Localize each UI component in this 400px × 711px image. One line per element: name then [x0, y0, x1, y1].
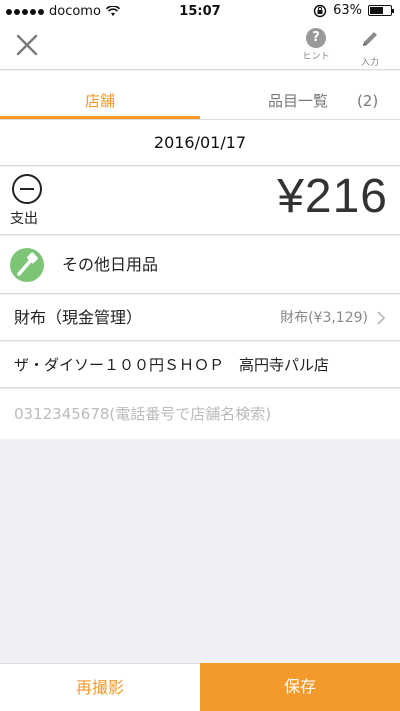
lock-rotation-icon	[313, 4, 327, 17]
close-button[interactable]	[12, 30, 42, 60]
amount-row: 支出 ¥216	[0, 167, 400, 235]
expense-toggle[interactable]: 支出	[10, 174, 46, 228]
close-icon	[16, 34, 38, 56]
battery-icon	[368, 5, 394, 16]
category-label: その他日用品	[62, 255, 159, 274]
pencil-icon	[363, 32, 377, 46]
save-button[interactable]: 保存	[200, 663, 400, 711]
bottom-action-bar: 再撮影 保存	[0, 663, 400, 711]
expense-label: 支出	[10, 211, 38, 227]
status-bar: docomo 15:07 63%	[0, 0, 400, 22]
input-button[interactable]: 入力	[350, 28, 390, 68]
battery-percent: 63%	[333, 3, 362, 18]
tab-shop[interactable]: 店舗	[0, 71, 200, 119]
input-label: 入力	[360, 58, 379, 68]
shop-name-row[interactable]: ザ・ダイソー１００円ＳＨＯＰ 高円寺パル店	[0, 342, 400, 388]
tab-items[interactable]: 品目一覧 (2)	[200, 71, 400, 119]
minus-circle-icon	[12, 174, 42, 204]
category-row[interactable]: その他日用品	[0, 236, 400, 294]
shop-name: ザ・ダイソー１００円ＳＨＯＰ 高円寺パル店	[14, 356, 330, 374]
chevron-right-icon	[377, 311, 386, 325]
hint-label: ヒント	[302, 52, 330, 62]
date-field[interactable]: 2016/01/17	[0, 120, 400, 166]
toothbrush-icon	[10, 248, 44, 282]
hint-button[interactable]: ? ヒント	[296, 28, 336, 62]
amount-field[interactable]: ¥216	[277, 169, 388, 224]
phone-search-input[interactable]	[14, 389, 384, 439]
tab-bar: 店舗 品目一覧 (2)	[0, 71, 400, 119]
wallet-label: 財布（現金管理）	[14, 308, 143, 327]
wallet-value: 財布(¥3,129)	[280, 310, 368, 326]
status-right: 63%	[313, 3, 394, 18]
nav-bar: ? ヒント 入力	[0, 22, 400, 70]
retake-button[interactable]: 再撮影	[0, 663, 200, 711]
phone-search-row	[0, 389, 400, 439]
wallet-row[interactable]: 財布（現金管理） 財布(¥3,129)	[0, 295, 400, 341]
hint-icon: ?	[306, 28, 326, 48]
